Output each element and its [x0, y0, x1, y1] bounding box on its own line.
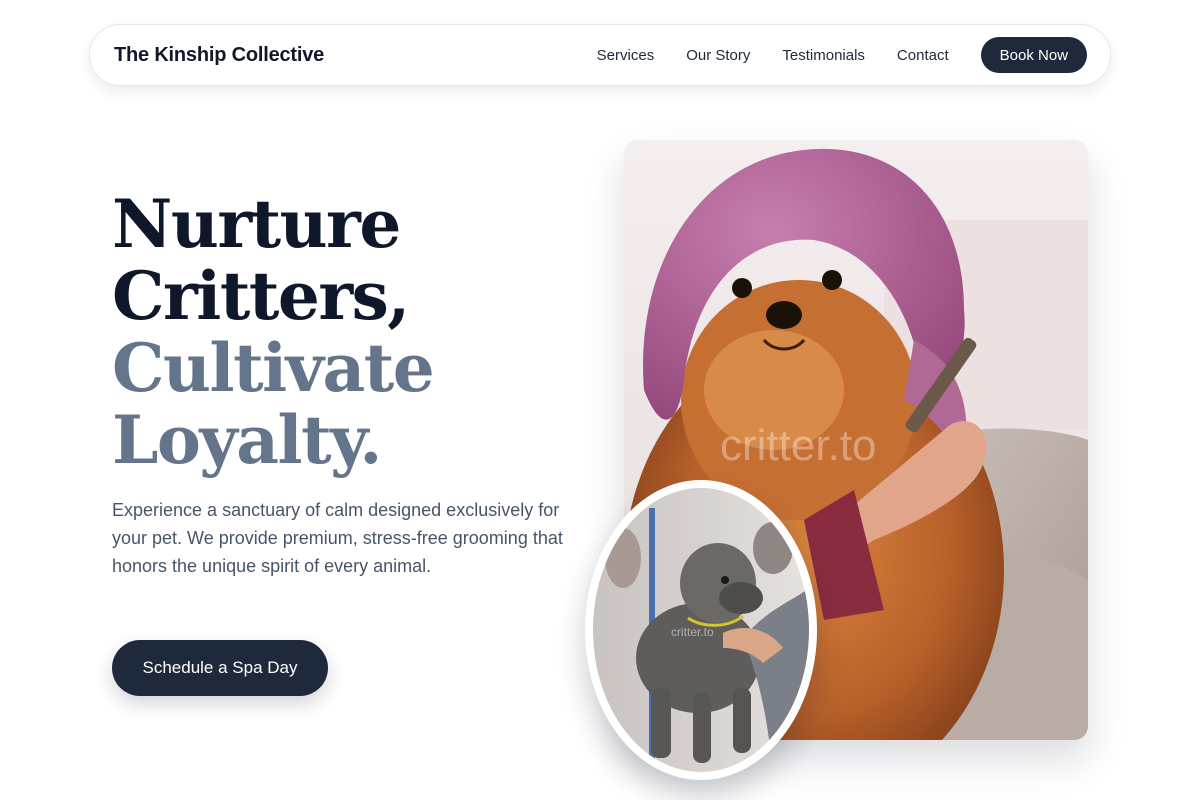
headline-line-2: Critters,: [112, 257, 410, 335]
headline-line-4: Loyalty.: [112, 401, 382, 479]
nav-link-our-story[interactable]: Our Story: [686, 47, 750, 64]
nav-links: Services Our Story Testimonials Contact …: [597, 37, 1087, 73]
headline-line-3: Cultivate: [112, 329, 435, 407]
brand-logo-text[interactable]: The Kinship Collective: [114, 44, 324, 67]
headline-line-1: Nurture: [112, 185, 401, 263]
inset-photo-watermark: critter.to: [671, 625, 714, 639]
schedule-spa-day-button[interactable]: Schedule a Spa Day: [112, 640, 328, 696]
nav-link-testimonials[interactable]: Testimonials: [782, 47, 865, 64]
poodle-grooming-illustration: critter.to: [593, 488, 809, 772]
hero-headline: Nurture Critters, Cultivate Loyalty.: [112, 185, 435, 479]
nav-link-services[interactable]: Services: [597, 47, 655, 64]
inset-photo-poodle-grooming: critter.to: [593, 488, 809, 772]
nav-link-contact[interactable]: Contact: [897, 47, 949, 64]
top-navigation: The Kinship Collective Services Our Stor…: [89, 24, 1111, 86]
main-photo-watermark: critter.to: [720, 421, 877, 470]
book-now-button[interactable]: Book Now: [980, 37, 1087, 73]
hero-description: Experience a sanctuary of calm designed …: [112, 500, 563, 576]
inset-photo-frame: critter.to: [585, 480, 817, 780]
